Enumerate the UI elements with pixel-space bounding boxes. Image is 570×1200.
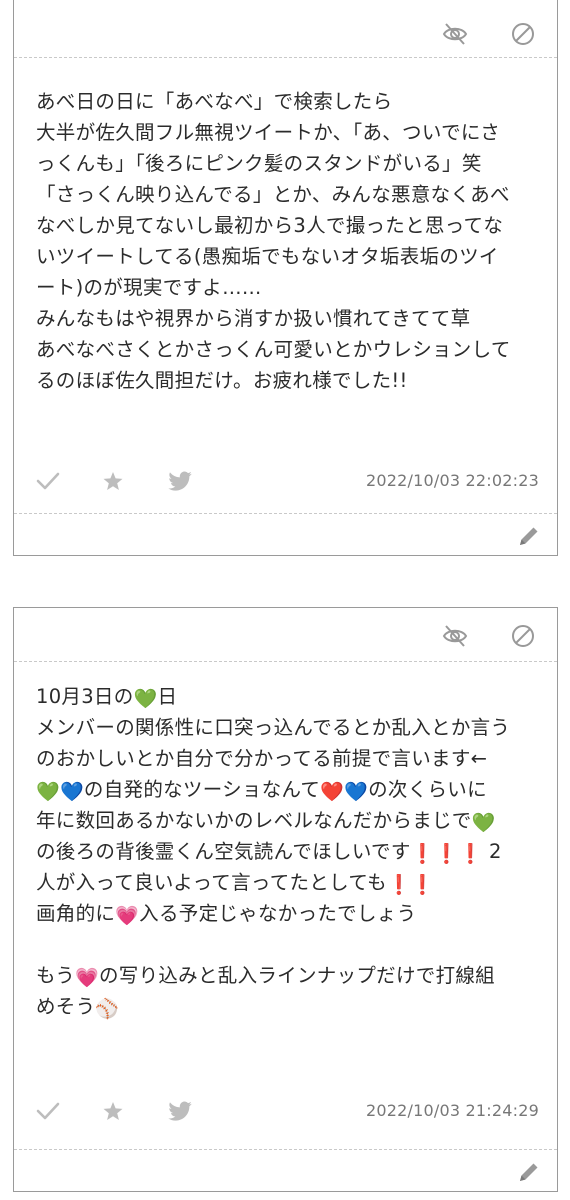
post-line: 「さっくん映り込んでる」とか、みんな悪意なくあべ bbox=[36, 183, 510, 206]
ban-icon[interactable] bbox=[509, 20, 537, 48]
card-footer bbox=[14, 1149, 557, 1191]
post-line: 人が入って良いよって言ってたとしても❗❗ bbox=[36, 867, 543, 898]
text-segment: のおかしいとか自分で分かってる前提で言います← bbox=[36, 747, 488, 770]
card-header bbox=[14, 608, 557, 662]
text-segment: の次くらいに bbox=[368, 778, 487, 801]
post-line: のおかしいとか自分で分かってる前提で言います← bbox=[36, 743, 543, 774]
star-icon[interactable] bbox=[99, 1097, 127, 1125]
post-line: 💚💙の自発的なツーショなんて❤️💙の次くらいに bbox=[36, 774, 543, 805]
post-line: の後ろの背後霊くん空気読んでほしいです❗❗❗ 2 bbox=[36, 836, 543, 867]
text-segment: の写り込みと乱入ラインナップだけで打線組 bbox=[98, 964, 495, 987]
post-line: なべしか見てないし最初から3人で撮ったと思ってな bbox=[36, 214, 504, 237]
post-line: メンバーの関係性に口突っ込んでるとか乱入とか言う bbox=[36, 712, 543, 743]
text-segment: 年に数回あるかないかのレベルなんだからまじで bbox=[36, 809, 472, 832]
text-segment: もう bbox=[36, 964, 76, 987]
eye-off-icon[interactable] bbox=[441, 622, 469, 650]
green-heart-emoji: 💚 bbox=[471, 812, 496, 834]
check-icon[interactable] bbox=[34, 1097, 62, 1125]
pink-heart-emoji: 💗 bbox=[115, 905, 140, 927]
ban-icon[interactable] bbox=[509, 622, 537, 650]
star-icon[interactable] bbox=[99, 467, 127, 495]
post-line: あべ日の日に「あべなべ」で検索したら bbox=[36, 90, 393, 113]
post-line: もう💗の写り込みと乱入ラインナップだけで打線組 bbox=[36, 960, 543, 991]
post-line: 10月3日の💚日 bbox=[36, 681, 543, 712]
action-row: 2022/10/03 22:02:23 bbox=[14, 461, 557, 501]
exclamation-emoji: ❗❗❗ bbox=[410, 843, 483, 865]
post-line: みんなもはや視界から消すか扱い慣れてきてて草 bbox=[36, 307, 471, 330]
post-card: あべ日の日に「あべなべ」で検索したら大半が佐久間フル無視ツイートか、「あ、ついで… bbox=[13, 0, 558, 556]
post-line: 大半が佐久間フル無視ツイートか、「あ、ついでにさ bbox=[36, 121, 501, 144]
text-segment: の後ろの背後霊くん空気読んでほしいです bbox=[36, 840, 411, 863]
eye-off-icon[interactable] bbox=[441, 20, 469, 48]
baseball-emoji: ⚾ bbox=[95, 998, 120, 1020]
text-segment: 日 bbox=[157, 685, 178, 708]
post-body: 10月3日の💚日 メンバーの関係性に口突っ込んでるとか乱入とか言う のおかしいとか自… bbox=[36, 681, 543, 1022]
twitter-bird-icon[interactable] bbox=[166, 467, 194, 495]
text-segment: 2 bbox=[482, 840, 502, 863]
timestamp: 2022/10/03 21:24:29 bbox=[366, 1101, 539, 1120]
card-footer bbox=[14, 513, 557, 555]
post-line: ​ bbox=[36, 929, 543, 960]
post-line: ート)のが現実ですよ…… bbox=[36, 276, 262, 299]
pink-heart-emoji: 💗 bbox=[75, 967, 99, 989]
exclamation-emoji: ❗❗ bbox=[386, 874, 435, 896]
text-segment: 人が入って良いよって言ってたとしても bbox=[36, 871, 387, 894]
post-line: っくんも」「後ろにピンク髪のスタンドがいる」笑 bbox=[36, 152, 482, 175]
text-segment: の自発的なツーショなんて bbox=[83, 778, 321, 801]
action-row: 2022/10/03 21:24:29 bbox=[14, 1091, 557, 1131]
pencil-icon[interactable] bbox=[515, 1158, 543, 1186]
post-line: あべなべさくとかさっくん可愛いとかウレションして bbox=[36, 338, 511, 361]
post-line: いツイートしてる(愚痴垢でもないオタ垢表垢のツイ bbox=[36, 245, 499, 268]
post-line: るのほぼ佐久間担だけ。お疲れ様でした!! bbox=[36, 369, 408, 392]
text-segment: 入る予定じゃなかったでしょう bbox=[139, 902, 417, 925]
red-blue-hearts-emoji: ❤️💙 bbox=[320, 781, 369, 803]
post-line: 年に数回あるかないかのレベルなんだからまじで💚 bbox=[36, 805, 543, 836]
pencil-icon[interactable] bbox=[515, 522, 543, 550]
card-header bbox=[14, 0, 557, 58]
post-line: 画角的に💗入る予定じゃなかったでしょう bbox=[36, 898, 543, 929]
check-icon[interactable] bbox=[34, 467, 62, 495]
post-body: あべ日の日に「あべなべ」で検索したら大半が佐久間フル無視ツイートか、「あ、ついで… bbox=[36, 86, 543, 396]
green-heart-emoji: 💚 bbox=[133, 688, 158, 710]
twitter-bird-icon[interactable] bbox=[166, 1097, 194, 1125]
text-segment: めそう bbox=[36, 995, 96, 1018]
post-line: めそう⚾ bbox=[36, 991, 543, 1022]
post-card: 10月3日の💚日 メンバーの関係性に口突っ込んでるとか乱入とか言う のおかしいとか自… bbox=[13, 607, 558, 1192]
text-segment: 画角的に bbox=[36, 902, 116, 925]
timestamp: 2022/10/03 22:02:23 bbox=[366, 471, 539, 490]
text-segment: メンバーの関係性に口突っ込んでるとか乱入とか言う bbox=[36, 716, 511, 739]
text-segment: 10月3日の bbox=[36, 685, 134, 708]
green-blue-hearts-emoji: 💚💙 bbox=[36, 781, 84, 803]
